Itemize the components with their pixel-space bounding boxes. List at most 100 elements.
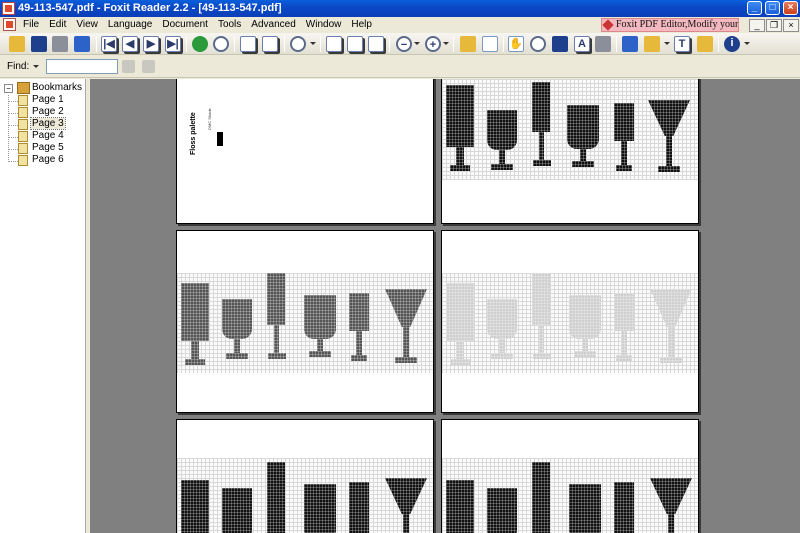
document-menu-icon[interactable] <box>3 18 16 31</box>
zoom-in-icon[interactable]: + <box>425 36 441 52</box>
previous-page-icon[interactable]: ◀ <box>122 36 138 52</box>
highlight-dropdown-icon[interactable] <box>664 42 670 45</box>
main-toolbar: |◀ ◀ ▶ ▶| − + ✋ A T i <box>0 33 800 55</box>
glass-goblet <box>181 480 211 533</box>
save-icon[interactable] <box>31 36 47 52</box>
glass-goblet <box>446 85 476 180</box>
window-title: 49-113-547.pdf - Foxit Reader 2.2 - [49-… <box>18 2 282 14</box>
bookmark-page-icon <box>18 143 28 154</box>
glass-brandy <box>569 295 603 373</box>
doc-restore-button[interactable]: ❐ <box>766 19 782 32</box>
rotate-right-icon[interactable] <box>262 36 278 52</box>
email-icon[interactable] <box>74 36 90 52</box>
menu-window[interactable]: Window <box>301 19 347 30</box>
hand-tool-icon[interactable]: ✋ <box>508 36 524 52</box>
floss-palette-title: Floss palette <box>190 112 197 155</box>
bookmark-label: Page 3 <box>30 117 66 130</box>
glass-flute <box>267 462 289 533</box>
page-layout-icon[interactable] <box>482 36 498 52</box>
title-bar: 49-113-547.pdf - Foxit Reader 2.2 - [49-… <box>0 0 800 17</box>
glass-sherry <box>614 293 636 373</box>
glass-sherry <box>614 482 636 533</box>
menu-document[interactable]: Document <box>157 19 213 30</box>
glass-flute <box>267 273 289 373</box>
glass-goblet <box>181 283 211 373</box>
glass-martini <box>385 478 429 533</box>
info-dropdown-icon[interactable] <box>744 42 750 45</box>
zoom-out-dropdown-icon[interactable] <box>414 42 420 45</box>
bookmark-pane-icon[interactable] <box>460 36 476 52</box>
menu-help[interactable]: Help <box>346 19 377 30</box>
collapse-icon[interactable]: − <box>4 84 13 93</box>
highlight-icon[interactable] <box>644 36 660 52</box>
menu-advanced[interactable]: Advanced <box>246 19 300 30</box>
fit-page-icon[interactable] <box>347 36 363 52</box>
go-back-icon[interactable] <box>192 36 208 52</box>
maximize-button[interactable]: □ <box>765 1 780 15</box>
fit-width-icon[interactable] <box>368 36 384 52</box>
typewriter-icon[interactable] <box>622 36 638 52</box>
bookmark-label: Page 2 <box>32 106 64 117</box>
open-icon[interactable] <box>9 36 25 52</box>
rotate-left-icon[interactable] <box>240 36 256 52</box>
glass-sherry <box>349 293 371 373</box>
glass-wine <box>222 488 254 533</box>
pdf-page-glasses-dark-2[interactable] <box>176 419 434 533</box>
glass-goblet <box>446 283 476 373</box>
bookmark-page-icon <box>18 95 28 106</box>
glass-brandy <box>304 484 338 533</box>
bookmark-label: Page 4 <box>32 130 64 141</box>
glass-brandy <box>567 105 601 180</box>
glass-wine <box>487 110 519 180</box>
zoom-in-dropdown-icon[interactable] <box>443 42 449 45</box>
menu-language[interactable]: Language <box>103 19 158 30</box>
actual-size-icon[interactable] <box>326 36 342 52</box>
find-options-dropdown-icon[interactable] <box>33 65 39 68</box>
doc-minimize-button[interactable]: _ <box>749 19 765 32</box>
menu-file[interactable]: File <box>18 19 44 30</box>
doc-close-button[interactable]: × <box>783 19 799 32</box>
pdf-page-glasses-dark-3[interactable] <box>441 419 699 533</box>
find-next-icon[interactable] <box>142 60 155 73</box>
last-page-icon[interactable]: ▶| <box>165 36 181 52</box>
pdf-page-glasses-light[interactable] <box>441 230 699 413</box>
find-icon[interactable] <box>552 36 568 52</box>
find-previous-icon[interactable] <box>122 60 135 73</box>
first-page-icon[interactable]: |◀ <box>101 36 117 52</box>
pdf-page-glasses-dark[interactable] <box>441 79 699 224</box>
glass-wine <box>222 299 254 373</box>
bookmark-page-icon <box>18 119 28 130</box>
glass-brandy <box>304 295 338 373</box>
foxit-app-icon[interactable] <box>2 2 15 15</box>
pdf-page-floss-palette[interactable]: Floss palette DMC Shade <box>176 79 434 224</box>
reflow-icon[interactable] <box>530 36 546 52</box>
minimize-button[interactable]: _ <box>747 1 762 15</box>
pdf-page-glasses-medium[interactable] <box>176 230 434 413</box>
find-input[interactable] <box>46 59 118 74</box>
zoom-icon[interactable] <box>290 36 306 52</box>
snapshot-icon[interactable] <box>595 36 611 52</box>
glass-goblet <box>446 480 476 533</box>
document-view[interactable]: Floss palette DMC Shade <box>90 79 800 533</box>
close-button[interactable]: × <box>783 1 798 15</box>
comment-icon[interactable] <box>697 36 713 52</box>
select-text-icon[interactable]: A <box>574 36 590 52</box>
menu-tools[interactable]: Tools <box>213 19 246 30</box>
menu-edit[interactable]: Edit <box>44 19 71 30</box>
glass-wine <box>487 299 519 373</box>
foxit-editor-promo-link[interactable]: Foxit PDF Editor,Modify your PDF! <box>601 18 739 32</box>
menu-view[interactable]: View <box>71 19 103 30</box>
zoom-dropdown-icon[interactable] <box>310 42 316 45</box>
next-page-icon[interactable]: ▶ <box>143 36 159 52</box>
text-tool-icon[interactable]: T <box>674 36 690 52</box>
glass-martini <box>650 478 694 533</box>
bookmarks-folder-icon <box>17 82 30 94</box>
print-icon[interactable] <box>52 36 68 52</box>
floss-swatch <box>217 132 223 146</box>
find-label: Find: <box>7 61 30 72</box>
info-icon[interactable]: i <box>724 36 740 52</box>
zoom-out-icon[interactable]: − <box>396 36 412 52</box>
go-forward-icon[interactable] <box>213 36 229 52</box>
glass-sherry <box>614 103 636 180</box>
glass-flute <box>532 462 554 533</box>
